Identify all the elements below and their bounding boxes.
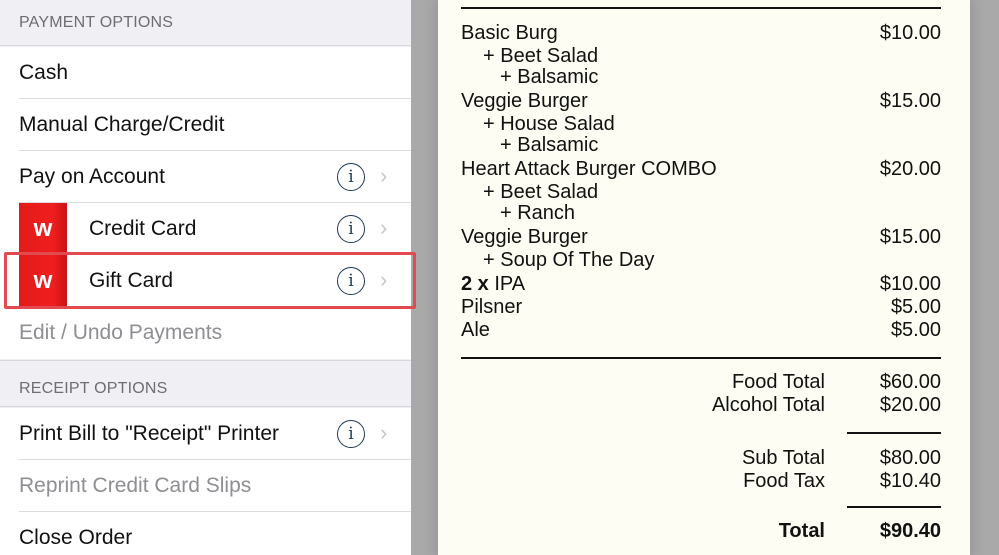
receipt-option-label: Close Order [19,526,133,549]
receipt-item: Basic Burg [461,22,558,44]
chevron-right-icon: › [380,163,388,188]
receipt-option-print-bill[interactable]: Print Bill to "Receipt" Printer i › [0,408,411,460]
grand-total-rule [847,506,941,508]
grand-total-label: Total [778,520,825,542]
payment-option-label: Edit / Undo Payments [19,321,223,344]
receipt-item-amount: $10.00 [879,22,941,44]
total-amount: $20.00 [879,394,941,416]
total-label: Food Tax [743,470,825,492]
receipt-item: Veggie Burger [461,90,588,112]
payment-option-label: Cash [19,61,69,84]
receipt-rule [461,7,941,9]
receipt-modifier: + House Salad [483,113,615,135]
total-amount: $80.00 [879,447,941,469]
receipt-item: 2 x IPA [461,273,525,296]
receipt-item-amount: $20.00 [879,158,941,180]
receipt-option-label: Reprint Credit Card Slips [19,474,252,497]
receipt-modifier: + Ranch [500,202,576,224]
selection-highlight [4,252,416,309]
grand-total-amount: $90.40 [879,520,941,542]
total-amount: $60.00 [879,371,941,393]
receipt-option-reprint-slips[interactable]: Reprint Credit Card Slips [0,460,411,512]
payment-option-label: Pay on Account [19,165,165,188]
receipt-item-amount: $5.00 [890,296,941,318]
receipt-modifier: + Beet Salad [483,181,599,203]
receipt-modifier: + Soup Of The Day [483,249,655,271]
info-icon[interactable]: i [337,215,365,243]
info-icon[interactable]: i [337,420,365,448]
receipt-item-amount: $5.00 [890,319,941,341]
receipt-preview: Basic Burg $10.00 + Beet Salad + Balsami… [438,0,970,555]
payment-option-cash[interactable]: Cash [0,47,411,99]
total-label: Alcohol Total [711,394,825,416]
total-amount: $10.40 [879,470,941,492]
receipt-modifier: + Balsamic [500,134,599,156]
chevron-right-icon: › [380,215,388,240]
payment-option-edit-undo[interactable]: Edit / Undo Payments [0,307,411,359]
receipt-modifier: + Beet Salad [483,45,599,67]
payment-option-pay-on-account[interactable]: Pay on Account i › [0,151,411,203]
receipt-item: Pilsner [461,296,523,318]
payment-option-label: Credit Card [89,217,197,240]
total-label: Food Total [731,371,825,393]
receipt-options-header: RECEIPT OPTIONS [0,360,411,407]
receipt-rule [461,357,941,359]
receipt-option-label: Print Bill to "Receipt" Printer [19,422,279,445]
receipt-item: Ale [461,319,490,341]
worldpay-logo-icon: w [19,203,67,255]
payment-option-label: Manual Charge/Credit [19,113,225,136]
payment-options-header: PAYMENT OPTIONS [0,0,411,46]
info-icon[interactable]: i [337,163,365,191]
receipt-item: Heart Attack Burger COMBO [461,158,717,180]
chevron-right-icon: › [380,420,388,445]
receipt-item-amount: $10.00 [879,273,941,295]
receipt-item: Veggie Burger [461,226,588,248]
receipt-item-amount: $15.00 [879,226,941,248]
receipt-item-quantity: 2 x [461,273,489,295]
receipt-item-name: IPA [494,273,526,295]
payment-option-manual-charge[interactable]: Manual Charge/Credit [0,99,411,151]
payment-option-credit-card[interactable]: w Credit Card i › [0,203,411,255]
receipt-modifier: + Balsamic [500,66,599,88]
options-panel: PAYMENT OPTIONS Cash Manual Charge/Credi… [0,0,416,555]
receipt-option-close-order[interactable]: Close Order [0,512,411,555]
total-label: Sub Total [741,447,825,469]
receipt-item-amount: $15.00 [879,90,941,112]
subtotal-rule [847,432,941,434]
